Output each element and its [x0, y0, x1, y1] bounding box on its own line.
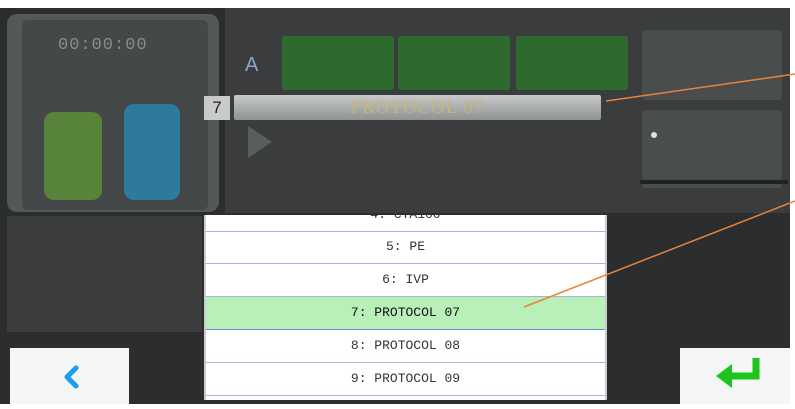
callout-line-selected [523, 200, 795, 308]
callout-lines [523, 73, 795, 308]
screenshot-canvas: 00:00:00 A 7 PROTOCOL 07 4: CTA100 5: PE… [0, 0, 795, 404]
callout-line-protocol [605, 73, 795, 102]
